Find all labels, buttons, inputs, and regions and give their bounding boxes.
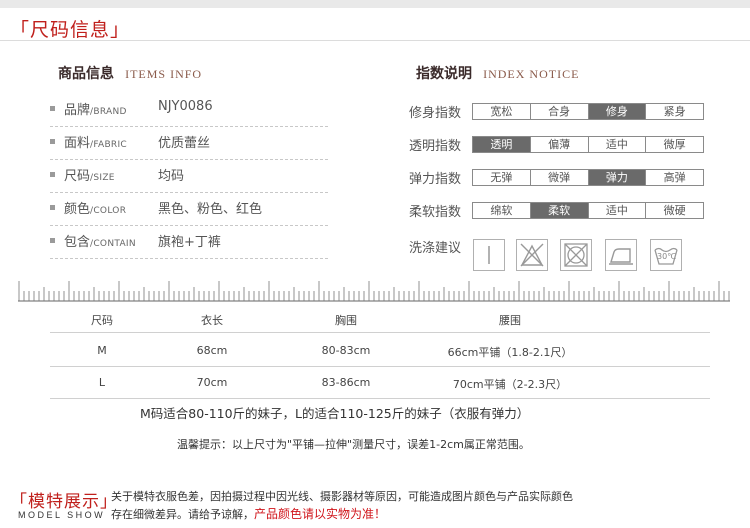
info-label-en: /COLOR bbox=[90, 206, 127, 216]
color-disclaimer-highlight: 产品颜色请以实物为准！ bbox=[254, 507, 387, 521]
bullet-icon bbox=[50, 106, 55, 111]
info-label: 面料/FABRIC bbox=[64, 132, 127, 151]
index-option: 微厚 bbox=[663, 138, 686, 151]
info-label: 品牌/BRAND bbox=[64, 99, 127, 118]
care-label: 洗涤建议 bbox=[409, 241, 462, 256]
measure-tip: 温馨提示：以上尺寸为"平铺—拉伸"测量尺寸，误差1-2cm属正常范围。 bbox=[177, 438, 530, 451]
index-option: 弹力 bbox=[588, 170, 647, 185]
color-disclaimer-line1: 关于模特衣服色差，因拍摄过程中因光线、摄影器材等原因，可能造成图片颜色与产品实际… bbox=[111, 490, 573, 503]
bullet-icon bbox=[50, 139, 55, 144]
index-scale: 无弹 微弹 弹力 高弹 bbox=[472, 169, 704, 186]
info-row: 包含/CONTAIN 旗袍+丁裤 bbox=[50, 225, 328, 259]
index-option: 柔软 bbox=[530, 203, 589, 218]
table-row-divider bbox=[50, 398, 710, 399]
info-label-en: /FABRIC bbox=[90, 140, 128, 150]
table-cell: 68cm bbox=[196, 344, 228, 357]
info-label-cn: 面料 bbox=[64, 136, 91, 151]
info-label: 包含/CONTAIN bbox=[64, 231, 136, 250]
table-cell: L bbox=[98, 376, 106, 389]
table-header-cell: 腰围 bbox=[499, 314, 521, 327]
no-tumble-dry-icon bbox=[560, 239, 592, 271]
info-label-cn: 尺码 bbox=[64, 169, 91, 184]
index-option: 适中 bbox=[589, 203, 647, 218]
info-value: 旗袍+丁裤 bbox=[158, 235, 221, 250]
index-notice-title-cn: 指数说明 bbox=[416, 66, 472, 82]
table-row-divider bbox=[50, 366, 710, 367]
fit-note: M码适合80-110斤的妹子，L的适合110-125斤的妹子（衣服有弹力） bbox=[140, 406, 530, 421]
index-option: 修身 bbox=[588, 104, 647, 119]
index-option: 高弹 bbox=[663, 171, 686, 184]
index-option: 适中 bbox=[589, 137, 647, 152]
index-option: 宽松 bbox=[473, 104, 531, 119]
index-option: 透明 bbox=[473, 137, 531, 152]
table-cell: 66cm平铺（1.8-2.1尺） bbox=[447, 346, 573, 359]
info-label-cn: 颜色 bbox=[64, 202, 91, 217]
info-value: 优质蕾丝 bbox=[158, 136, 211, 151]
info-label-cn: 包含 bbox=[64, 235, 91, 250]
table-header-cell: 尺码 bbox=[91, 314, 113, 327]
bullet-icon bbox=[50, 238, 55, 243]
index-label: 修身指数 bbox=[409, 106, 462, 121]
info-row: 品牌/BRAND NJY0086 bbox=[50, 93, 328, 127]
top-strip bbox=[0, 0, 750, 8]
index-label: 柔软指数 bbox=[409, 205, 462, 220]
info-row: 尺码/SIZE 均码 bbox=[50, 159, 328, 193]
info-value: 黑色、粉色、红色 bbox=[158, 202, 263, 217]
info-label-cn: 品牌 bbox=[64, 103, 91, 118]
info-label: 颜色/COLOR bbox=[64, 198, 126, 217]
header-divider bbox=[0, 40, 750, 41]
info-label: 尺码/SIZE bbox=[64, 165, 115, 184]
iron-low-icon bbox=[605, 239, 637, 271]
color-disclaimer-line2: 存在细微差异。请给予谅解，产品颜色请以实物为准！ bbox=[111, 505, 386, 522]
hang-dry-icon bbox=[473, 239, 505, 271]
color-disclaimer-prefix: 存在细微差异。请给予谅解， bbox=[111, 508, 254, 521]
info-value: 均码 bbox=[158, 169, 185, 184]
bullet-icon bbox=[50, 205, 55, 210]
table-cell: 70cm bbox=[196, 376, 228, 389]
info-row: 面料/FABRIC 优质蕾丝 bbox=[50, 126, 328, 160]
index-label: 透明指数 bbox=[409, 139, 462, 154]
index-scale: 宽松 合身 修身 紧身 bbox=[472, 103, 704, 120]
no-bleach-icon bbox=[516, 239, 548, 271]
index-notice-heading: 指数说明 INDEX NOTICE bbox=[416, 63, 579, 83]
measuring-ruler bbox=[18, 281, 730, 302]
bullet-icon bbox=[50, 172, 55, 177]
hand-wash-30-icon: 30℃ bbox=[650, 239, 682, 271]
info-value: NJY0086 bbox=[158, 99, 213, 114]
table-cell: 83-86cm bbox=[321, 376, 371, 389]
table-header-cell: 胸围 bbox=[335, 314, 357, 327]
wash-temp-text: 30℃ bbox=[657, 252, 677, 261]
product-info-title-cn: 商品信息 bbox=[58, 66, 114, 82]
info-label-en: /CONTAIN bbox=[90, 239, 136, 249]
table-cell: 80-83cm bbox=[321, 344, 371, 357]
index-option: 绵软 bbox=[473, 203, 531, 218]
size-info-title: 「尺码信息」 bbox=[10, 19, 131, 41]
product-info-title-en: ITEMS INFO bbox=[125, 67, 203, 81]
index-option: 微弹 bbox=[531, 170, 589, 185]
index-notice-title-en: INDEX NOTICE bbox=[483, 67, 580, 81]
index-option: 偏薄 bbox=[531, 137, 589, 152]
table-cell: 70cm平铺（2-2.3尺） bbox=[452, 378, 568, 391]
info-label-en: /BRAND bbox=[90, 107, 127, 117]
index-label: 弹力指数 bbox=[409, 172, 462, 187]
info-row: 颜色/COLOR 黑色、粉色、红色 bbox=[50, 192, 328, 226]
index-option: 合身 bbox=[531, 104, 589, 119]
product-info-heading: 商品信息 ITEMS INFO bbox=[58, 63, 202, 83]
info-label-en: /SIZE bbox=[90, 173, 115, 183]
table-cell: M bbox=[97, 344, 107, 357]
model-show-title: 「模特展示」 bbox=[10, 492, 118, 512]
table-header-cell: 衣长 bbox=[201, 314, 223, 327]
model-show-title-en: MODEL SHOW bbox=[18, 510, 106, 520]
index-option: 无弹 bbox=[473, 170, 531, 185]
index-option: 紧身 bbox=[663, 105, 686, 118]
index-option: 微硬 bbox=[663, 204, 686, 217]
index-scale: 绵软 柔软 适中 微硬 bbox=[472, 202, 704, 219]
table-row-divider bbox=[50, 332, 710, 333]
index-scale: 透明 偏薄 适中 微厚 bbox=[472, 136, 704, 153]
